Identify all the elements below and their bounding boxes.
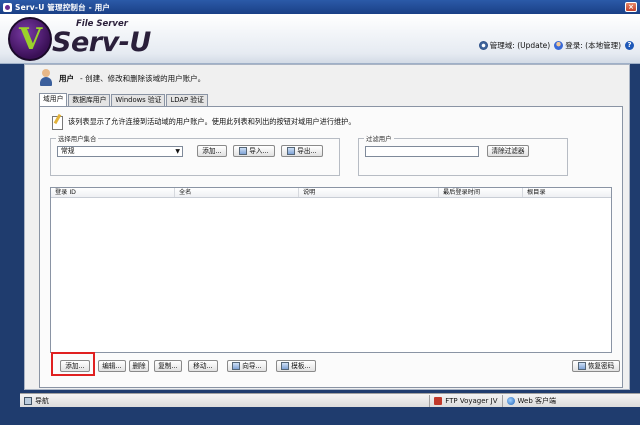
tab-domain-users[interactable]: 域用户 [39,93,68,106]
page-title: 用户 [59,73,74,83]
info-text: 该列表显示了允许连接到活动域的用户账户。使用此列表和列出的按钮对域用户进行维护。 [68,117,356,126]
tab-ldap-auth[interactable]: LDAP 验证 [166,94,208,106]
user-set-group: 选择用户集合 常规 ▼ 添加... 导入... 导出... [50,134,340,176]
web-client-label: Web 客户端 [517,396,557,405]
tab-strip: 域用户 数据库用户 Windows 验证 LDAP 验证 [39,93,209,106]
user-set-add-button[interactable]: 添加... [197,145,227,157]
user-set-selected: 常规 [61,147,75,155]
filter-input[interactable] [365,146,479,157]
template-icon [281,362,290,370]
move-user-button[interactable]: 移动... [188,360,218,372]
page-description: - 创建、修改和删除该域的用户账户。 [80,73,206,83]
window-title: Serv-U 管理控制台 - 用户 [15,2,111,12]
template-button[interactable]: 模板... [276,360,316,372]
serv-u-logo-icon: V [8,17,52,61]
ftp-voyager-link[interactable]: FTP Voyager JV [429,394,501,407]
column-last-login[interactable]: 最后登录时间 [439,188,523,197]
add-button-highlight [51,352,95,376]
wizard-icon [232,362,241,370]
tab-windows-auth[interactable]: Windows 验证 [111,94,166,106]
ftp-voyager-label: FTP Voyager JV [445,396,498,405]
app-header: V File Server Serv-U 管理域: (Update) 登录: (… [0,14,640,64]
column-login-id[interactable]: 登录 ID [51,188,175,197]
tab-content: 该列表显示了允许连接到活动域的用户账户。使用此列表和列出的按钮对域用户进行维护。… [39,106,623,388]
desktop-bottom-strip [0,407,640,425]
clear-filter-button[interactable]: 清除过滤器 [487,145,529,157]
user-icon [554,41,564,50]
desktop-left-strip [0,64,18,425]
page-header: 用户 - 创建、修改和删除该域的用户账户。 [39,67,205,89]
restore-password-button[interactable]: 恢复密码 [572,360,620,372]
key-icon [577,362,586,370]
template-label: 模板... [291,362,311,370]
info-row: 该列表显示了允许连接到活动域的用户账户。使用此列表和列出的按钮对域用户进行维护。 [50,114,356,130]
filter-label: 过滤用户 [364,134,394,143]
filter-group: 过滤用户 清除过滤器 [358,134,568,176]
login-label: 登录: (本地管理) [565,41,621,50]
import-label: 导入... [249,147,269,155]
manage-domain-link[interactable]: 管理域: (Update) [478,40,551,51]
copy-user-button[interactable]: 复制... [154,360,182,372]
wizard-label: 向导... [242,362,262,370]
serv-u-app-icon [3,2,12,12]
status-bar: 导航 FTP Voyager JV Web 客户端 [20,393,640,407]
ftp-voyager-icon [434,396,443,405]
login-link[interactable]: 登录: (本地管理) [554,40,621,51]
web-client-link[interactable]: Web 客户端 [501,394,561,407]
edit-user-button[interactable]: 编辑... [98,360,126,372]
nav-label: 导航 [35,396,49,405]
logo-product-name: Serv-U [52,27,151,58]
export-label: 导出... [297,147,317,155]
note-pencil-icon [50,114,64,130]
user-person-icon [39,69,53,87]
help-icon[interactable]: ? [625,41,634,50]
users-table[interactable]: 登录 ID 全名 说明 最后登录时间 根目录 [50,187,612,353]
manage-domain-label: 管理域: (Update) [489,41,551,50]
delete-user-button[interactable]: 删除 [129,360,149,372]
column-root-dir[interactable]: 根目录 [523,188,611,197]
gear-icon [478,41,488,50]
import-icon [239,147,248,155]
export-icon [287,147,296,155]
restore-password-label: 恢复密码 [587,362,615,370]
column-description[interactable]: 说明 [299,188,439,197]
import-button[interactable]: 导入... [233,145,275,157]
export-button[interactable]: 导出... [281,145,323,157]
header-links: 管理域: (Update) 登录: (本地管理) ? [478,40,634,51]
chevron-down-icon: ▼ [175,148,180,155]
globe-icon [506,396,515,405]
navigation-icon [24,396,32,405]
table-header: 登录 ID 全名 说明 最后登录时间 根目录 [51,188,611,198]
user-set-label: 选择用户集合 [56,134,99,143]
window-titlebar[interactable]: Serv-U 管理控制台 - 用户 × [0,0,640,14]
tab-database-users[interactable]: 数据库用户 [68,94,111,106]
wizard-button[interactable]: 向导... [227,360,267,372]
nav-toggle[interactable]: 导航 [20,395,53,407]
main-panel: 用户 - 创建、修改和删除该域的用户账户。 域用户 数据库用户 Windows … [24,64,630,390]
window-close-button[interactable]: × [625,2,637,12]
user-set-select[interactable]: 常规 ▼ [57,146,183,157]
column-full-name[interactable]: 全名 [175,188,299,197]
